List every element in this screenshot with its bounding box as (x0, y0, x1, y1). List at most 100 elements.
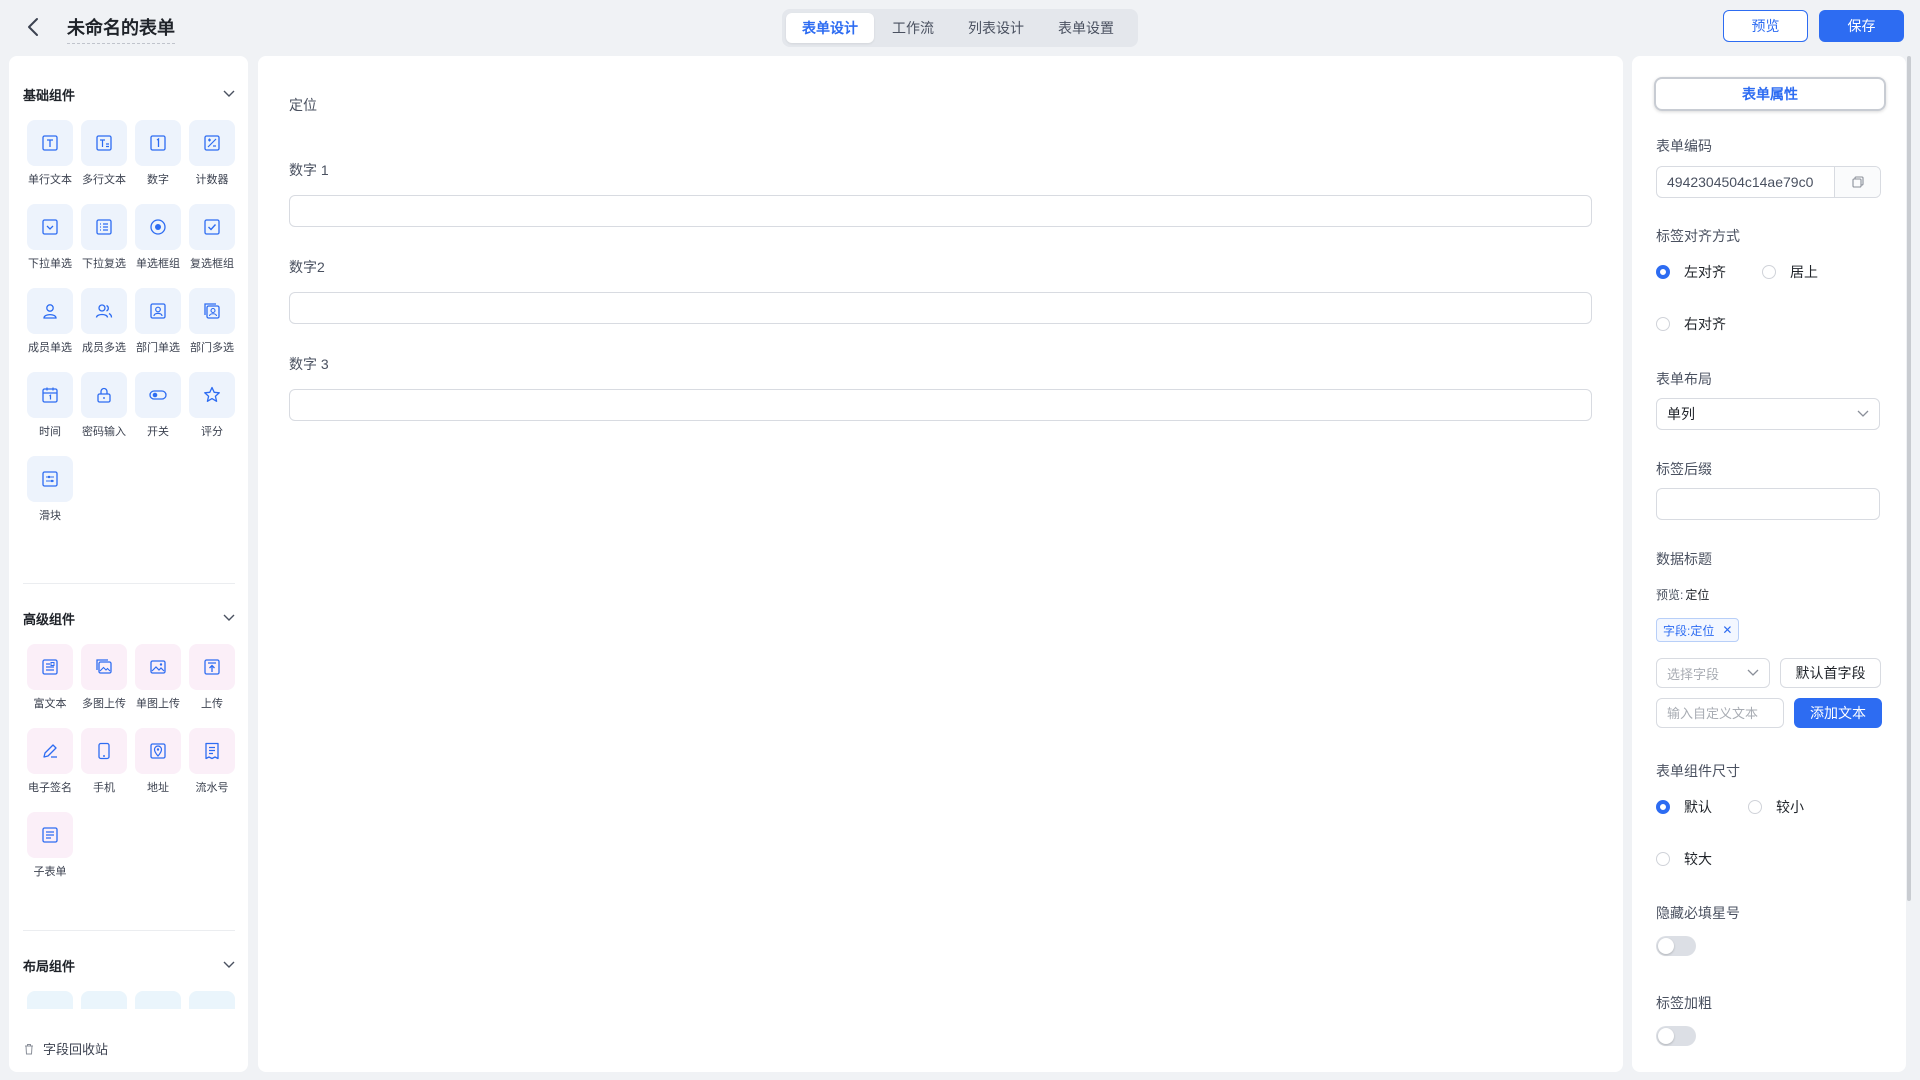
data-title-preview: 预览: 定位 (1656, 586, 1709, 603)
component-phone[interactable]: 手机 (77, 728, 131, 795)
tab-form-settings[interactable]: 表单设置 (1042, 13, 1130, 43)
upload-icon (189, 644, 235, 690)
form-layout-select[interactable]: 单列 (1656, 398, 1880, 430)
preview-button[interactable]: 预览 (1723, 10, 1808, 42)
component-department-multi[interactable]: 部门多选 (185, 288, 239, 355)
size-large-radio[interactable]: 较大 (1656, 849, 1712, 869)
tab-list-design[interactable]: 列表设计 (952, 13, 1040, 43)
component-member-single[interactable]: 成员单选 (23, 288, 77, 355)
chevron-down-icon (223, 90, 235, 97)
component-switch[interactable]: 开关 (131, 372, 185, 439)
add-text-button[interactable]: 添加文本 (1794, 698, 1882, 728)
form-code-field: 4942304504c14ae79c0 (1656, 166, 1881, 198)
component-dropdown-single[interactable]: 下拉单选 (23, 204, 77, 271)
field-tag: 字段:定位 ✕ (1656, 618, 1740, 642)
number-icon (135, 120, 181, 166)
component-location[interactable]: 地址 (131, 728, 185, 795)
department-single-icon (135, 288, 181, 334)
layout-tabs-icon (135, 991, 181, 1009)
layout-component[interactable] (131, 991, 185, 1009)
size-large-label: 较大 (1684, 851, 1712, 867)
component-multi-line-text[interactable]: 多行文本 (77, 120, 131, 187)
chevron-left-icon (28, 18, 38, 36)
layout-components-header[interactable]: 布局组件 (23, 953, 235, 977)
component-checkbox-group[interactable]: 复选框组 (185, 204, 239, 271)
size-default-label: 默认 (1684, 799, 1712, 815)
chevron-down-icon (1857, 410, 1869, 417)
bold-label-toggle[interactable] (1656, 1026, 1696, 1046)
label-align-label: 标签对齐方式 (1656, 228, 1740, 244)
component-rich-text[interactable]: 富文本 (23, 644, 77, 711)
component-calendar[interactable]: 时间 (23, 372, 77, 439)
component-multi-image-upload[interactable]: 多图上传 (77, 644, 131, 711)
align-left-radio[interactable]: 左对齐 (1656, 262, 1726, 282)
component-single-image-upload[interactable]: 单图上传 (131, 644, 185, 711)
select-field-placeholder: 选择字段 (1667, 666, 1720, 682)
close-icon[interactable]: ✕ (1722, 623, 1732, 637)
component-counter[interactable]: 计数器 (185, 120, 239, 187)
scrollbar[interactable] (1907, 56, 1911, 901)
custom-text-input[interactable] (1656, 698, 1784, 728)
component-label: 下拉复选 (82, 258, 126, 270)
tab-form-design[interactable]: 表单设计 (786, 13, 874, 43)
size-small-radio[interactable]: 较小 (1748, 797, 1804, 817)
component-star[interactable]: 评分 (185, 372, 239, 439)
radio-unchecked-icon (1762, 265, 1776, 279)
layout-component[interactable] (23, 991, 77, 1009)
recycle-bin-label: 字段回收站 (43, 1042, 109, 1057)
chevron-down-icon (1747, 669, 1759, 676)
label-suffix-input[interactable] (1656, 488, 1880, 520)
size-default-radio[interactable]: 默认 (1656, 797, 1712, 817)
field-recycle-bin[interactable]: 字段回收站 (23, 1039, 108, 1058)
radio-group-icon (135, 204, 181, 250)
hide-required-star-toggle[interactable] (1656, 936, 1696, 956)
tab-workflow[interactable]: 工作流 (876, 13, 950, 43)
dropdown-multi-icon (81, 204, 127, 250)
select-field-dropdown[interactable]: 选择字段 (1656, 658, 1770, 688)
layout-component[interactable] (185, 991, 239, 1009)
number-3-input[interactable] (289, 389, 1592, 421)
component-radio-group[interactable]: 单选框组 (131, 204, 185, 271)
component-signature[interactable]: 电子签名 (23, 728, 77, 795)
component-label: 部门多选 (190, 342, 234, 354)
component-label: 部门单选 (136, 342, 180, 354)
field-label-number-1[interactable]: 数字 1 (289, 160, 329, 180)
basic-components-header[interactable]: 基础组件 (23, 82, 235, 106)
advanced-components-header[interactable]: 高级组件 (23, 606, 235, 630)
component-dropdown-multi[interactable]: 下拉复选 (77, 204, 131, 271)
single-image-upload-icon (135, 644, 181, 690)
component-sub-form[interactable]: 子表单 (23, 812, 77, 879)
align-top-radio[interactable]: 居上 (1762, 262, 1818, 282)
advanced-components-grid: 富文本 多图上传 单图上传 上传电子签名 手机 地址 流水号子表单 (23, 644, 239, 879)
component-single-line-text[interactable]: 单行文本 (23, 120, 77, 187)
field-label-location[interactable]: 定位 (289, 95, 317, 115)
tab-form-properties[interactable]: 表单属性 (1654, 77, 1886, 111)
align-right-radio[interactable]: 右对齐 (1656, 314, 1726, 334)
component-number[interactable]: 数字 (131, 120, 185, 187)
signature-icon (27, 728, 73, 774)
save-button[interactable]: 保存 (1819, 10, 1904, 42)
number-1-input[interactable] (289, 195, 1592, 227)
layout-component[interactable] (77, 991, 131, 1009)
chevron-down-icon (223, 614, 235, 621)
component-upload[interactable]: 上传 (185, 644, 239, 711)
back-button[interactable] (22, 16, 44, 38)
component-serial-number[interactable]: 流水号 (185, 728, 239, 795)
form-code-value: 4942304504c14ae79c0 (1667, 174, 1814, 190)
properties-panel: 表单属性 表单编码 4942304504c14ae79c0 标签对齐方式 左对齐… (1632, 56, 1906, 1072)
component-label: 电子签名 (28, 782, 72, 794)
rich-text-icon (27, 644, 73, 690)
align-left-label: 左对齐 (1684, 264, 1726, 280)
component-slider[interactable]: 滑块 (23, 456, 77, 523)
component-member-multi[interactable]: 成员多选 (77, 288, 131, 355)
form-canvas[interactable]: 定位 数字 1 数字2 数字 3 (258, 56, 1623, 1072)
default-first-field-button[interactable]: 默认首字段 (1780, 658, 1881, 688)
field-label-number-3[interactable]: 数字 3 (289, 354, 329, 374)
number-2-input[interactable] (289, 292, 1592, 324)
component-department-single[interactable]: 部门单选 (131, 288, 185, 355)
form-title[interactable]: 未命名的表单 (67, 14, 175, 44)
divider (23, 583, 235, 584)
copy-button[interactable] (1834, 167, 1880, 197)
field-label-number-2[interactable]: 数字2 (289, 257, 325, 277)
component-lock[interactable]: 密码输入 (77, 372, 131, 439)
